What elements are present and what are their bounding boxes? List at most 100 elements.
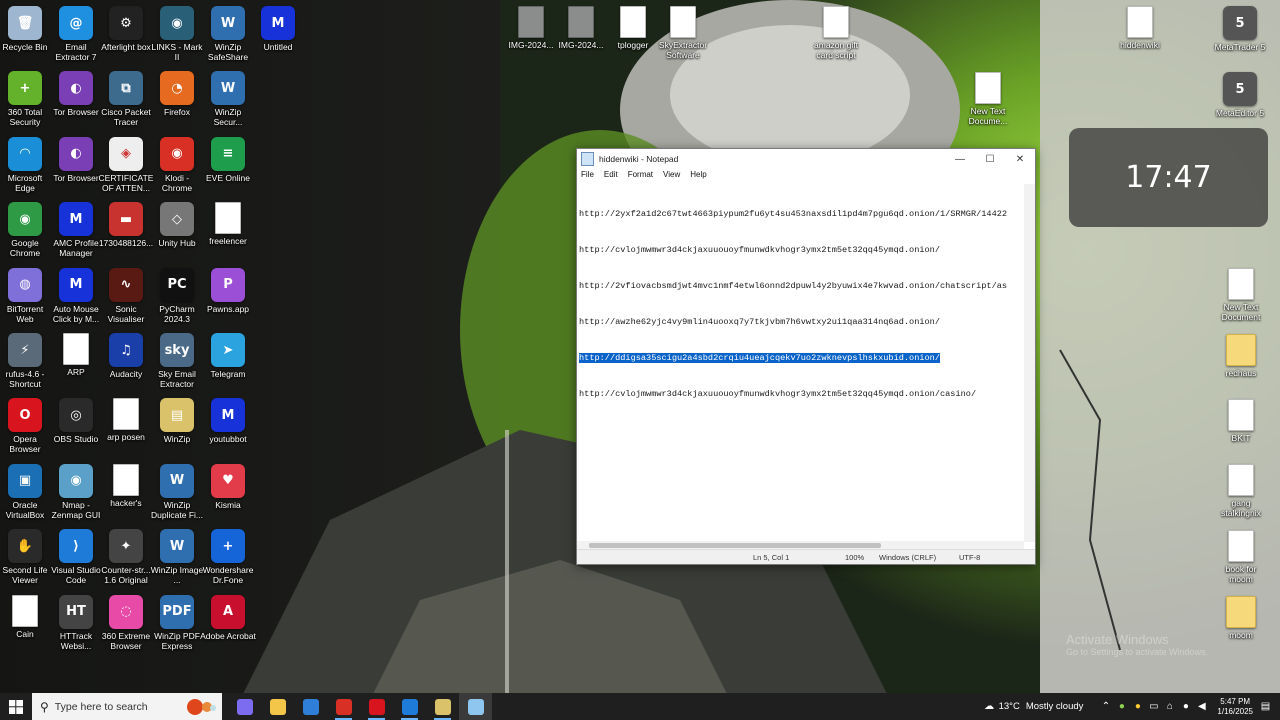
desktop-icon[interactable]: ♥ Kismia [200,463,256,510]
winzip-icon: W [211,6,245,40]
desktop-icon[interactable]: arp posen [98,398,154,442]
taskbar-app-copilot[interactable] [228,693,261,720]
desktop-icon[interactable]: SkyExtractor Software [655,6,711,60]
desktop-icon[interactable]: BKIT [1213,399,1269,443]
desktop-icon[interactable]: ◌ 360 Extreme Browser [98,594,154,651]
desktop-icon[interactable]: freelencer [200,202,256,246]
weather-widget[interactable]: ☁ 13°C Mostly cloudy [983,701,1083,712]
close-button[interactable]: ✕ [1005,149,1035,169]
desktop-icon[interactable]: amazon gift card script [808,6,864,60]
desktop-icon[interactable]: P Pawns.app [200,267,256,314]
desktop-icon[interactable]: + Wondershare Dr.Fone [200,529,256,585]
desktop-icon[interactable]: hiddenwiki [1112,6,1168,50]
tray-app-icon[interactable]: ● [1115,701,1128,712]
menu-file[interactable]: File [581,170,594,183]
menu-format[interactable]: Format [628,170,653,183]
desktop-icon[interactable]: ARP [48,333,104,377]
vertical-scrollbar[interactable] [1024,184,1035,542]
desktop-icon[interactable]: ⚙ Afterlight box [98,6,154,52]
desktop-icon[interactable]: HT HTTrack Websi... [48,594,104,651]
desktop-icon[interactable]: ▬ 1730488126... [98,202,154,248]
desktop-icon[interactable]: sky Sky Email Extractor [149,333,205,389]
desktop-icon[interactable]: M Untitled [250,6,306,52]
desktop-icon[interactable]: ◐ Tor Browser [48,71,104,117]
desktop-icon[interactable]: ◎ OBS Studio [48,398,104,444]
desktop-icon[interactable]: redhaus [1213,334,1269,378]
desktop-icon[interactable]: W WinZip Image ... [149,529,205,585]
chevron-up-icon[interactable]: ⌃ [1099,701,1112,712]
desktop-icon[interactable]: PDF WinZip PDF Express [149,594,205,651]
notepad-text-area[interactable]: http://2yxf2a1d2c67twt4663piypum2fu6yt4s… [579,184,1023,542]
desktop-icon[interactable]: ▤ WinZip [149,398,205,444]
desktop-icon[interactable]: ∿ Sonic Visualiser [98,267,154,324]
desktop-icon[interactable]: +360 Total Security [0,71,53,127]
desktop-icon[interactable]: Cain [0,594,53,639]
network-icon[interactable]: ⌂ [1163,701,1176,712]
desktop-icon[interactable]: ◔ Firefox [149,71,205,117]
desktop-icon[interactable]: ✋ Second Life Viewer [0,529,53,585]
desktop-icon[interactable]: W WinZip Duplicate Fi... [149,463,205,520]
desktop-icon[interactable]: ▣ Oracle VirtualBox [0,463,53,520]
desktop-icon[interactable]: IMG-2024... [503,6,559,50]
taskbar-app-microsoft-store[interactable] [294,693,327,720]
desktop-icon[interactable]: IMG-2024... [553,6,609,50]
desktop-icon[interactable]: book for moom [1213,530,1269,584]
taskbar-app-notepad[interactable] [459,693,492,720]
desktop-icon[interactable]: ⚡ rufus-4.6 - Shortcut [0,333,53,389]
desktop-icon[interactable]: ◠ Microsoft Edge [0,136,53,193]
desktop-icon[interactable]: M Auto Mouse Click by M... [48,267,104,324]
desktop-icon[interactable]: ⧉ Cisco Packet Tracer [98,71,154,127]
desktop-icon[interactable]: ◉ Nmap - Zenmap GUI [48,463,104,520]
taskbar-app-file-explorer[interactable] [261,693,294,720]
volume-icon[interactable]: ◀ [1195,701,1208,712]
desktop-icon[interactable]: ◍ BitTorrent Web [0,267,53,324]
microphone-icon[interactable]: ● [1179,701,1192,712]
taskbar-search-box[interactable]: ⚲ Type here to search [32,693,222,720]
tray-app-icon[interactable]: ● [1131,701,1144,712]
desktop-icon[interactable]: New Text Document [1213,268,1269,322]
menu-edit[interactable]: Edit [604,170,618,183]
desktop-icon[interactable]: @ Email Extractor 7 [48,6,104,62]
desktop-icon[interactable]: ♫ Audacity [98,333,154,379]
maximize-button[interactable]: ☐ [975,149,1005,169]
desktop-icon[interactable]: New Text Docume... [960,72,1016,126]
desktop-icon[interactable]: 5 MetaEditor 5 [1212,72,1268,118]
desktop-icon[interactable]: ≡ EVE Online [200,136,256,183]
minimize-button[interactable]: — [945,149,975,169]
desktop-icon[interactable]: ◈ CERTIFICATE OF ATTEN... [98,136,154,193]
desktop-icon[interactable]: PC PyCharm 2024.3 [149,267,205,324]
desktop-icon[interactable]: ➤ Telegram [200,333,256,379]
notepad-titlebar[interactable]: hiddenwiki - Notepad — ☐ ✕ [577,149,1035,169]
desktop-icon[interactable]: 🗑 Recycle Bin [0,6,53,52]
menu-view[interactable]: View [663,170,680,183]
desktop-icon[interactable]: ◉ LINKS - Mark II [149,6,205,62]
desktop-icon[interactable]: ◇ Unity Hub [149,202,205,248]
notepad-window[interactable]: hiddenwiki - Notepad — ☐ ✕ File Edit For… [576,148,1036,565]
horizontal-scrollbar-thumb[interactable] [589,543,881,548]
desktop-icon[interactable]: W WinZip SafeShare [200,6,256,62]
taskbar-app-winzip[interactable] [426,693,459,720]
desktop-icon[interactable]: ✦ Counter-str... 1.6 Original [98,529,154,585]
menu-help[interactable]: Help [690,170,706,183]
desktop-icon[interactable]: A Adobe Acrobat [200,594,256,641]
desktop-icon[interactable]: hacker's [98,463,154,508]
desktop-icon[interactable]: M AMC Profile Manager [48,202,104,258]
notification-icon[interactable]: ▤ [1259,701,1272,712]
desktop-icon[interactable]: ◉ Google Chrome [0,202,53,258]
desktop-icon[interactable]: 5 MetaTrader 5 [1212,6,1268,52]
desktop-icon[interactable]: moom [1213,596,1269,640]
desktop-icon[interactable]: gang stalkingnix [1213,464,1269,518]
desktop-icon[interactable]: ◉ Klodi - Chrome [149,136,205,193]
battery-icon[interactable]: ▭ [1147,701,1160,712]
taskbar-app-chrome[interactable] [327,693,360,720]
taskbar-app-vscode[interactable] [393,693,426,720]
taskbar-app-opera[interactable] [360,693,393,720]
taskbar-clock[interactable]: 5:47 PM 1/16/2025 [1217,697,1253,717]
desktop-icon[interactable]: Myoutubbot [200,398,256,444]
desktop-icon[interactable]: ◐ Tor Browser [48,136,104,183]
desktop-icon[interactable]: O Opera Browser [0,398,53,454]
desktop-icon[interactable]: ⟩ Visual Studio Code [48,529,104,585]
start-button[interactable] [0,693,32,720]
desktop-icon[interactable]: tplogger [605,6,661,50]
desktop-icon[interactable]: W WinZip Secur... [200,71,256,127]
